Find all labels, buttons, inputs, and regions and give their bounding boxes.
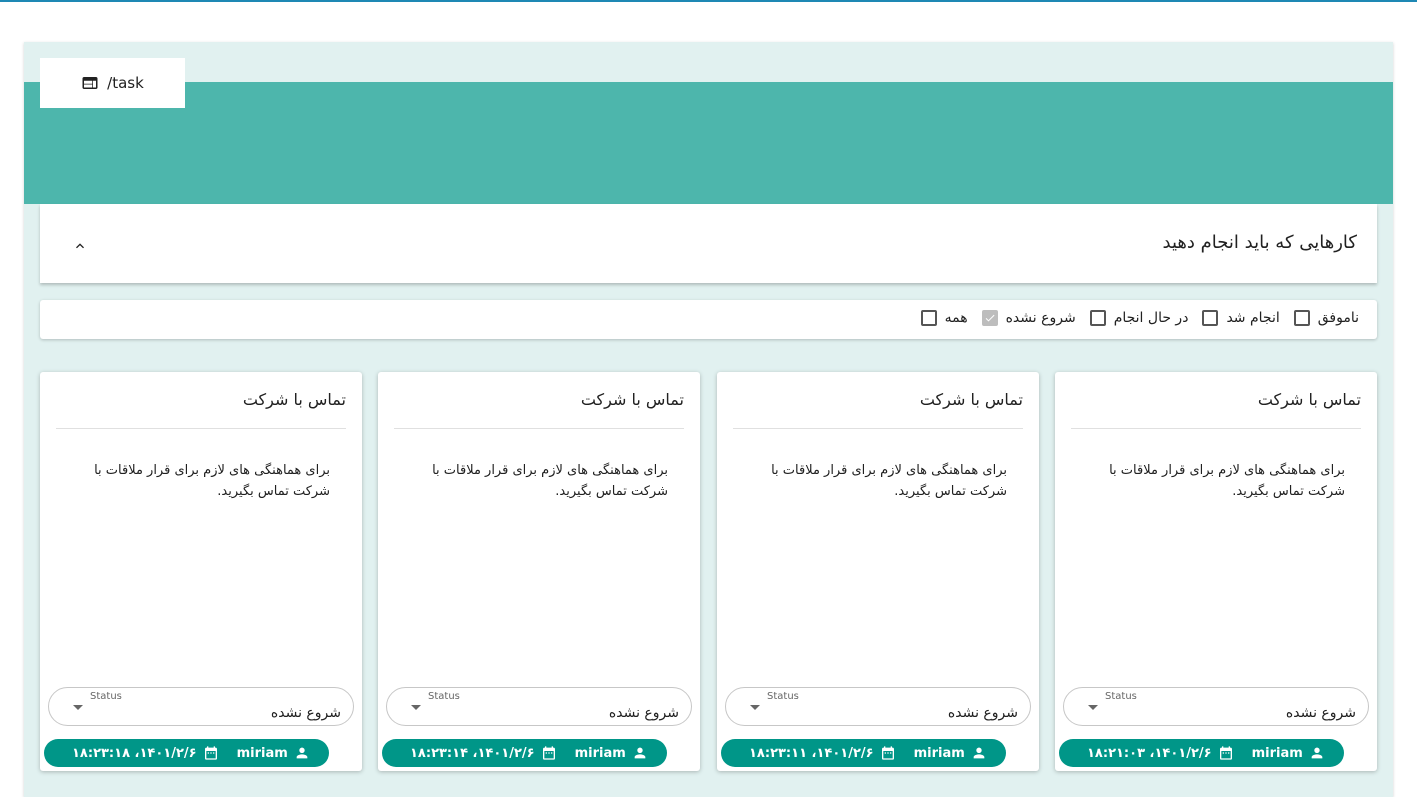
person-icon: [294, 745, 310, 761]
status-value: شروع نشده: [608, 705, 679, 721]
task-card[interactable]: تماس با شرکت برای هماهنگی های لازم برای …: [40, 372, 362, 771]
task-meta-chip: ۱۴۰۱/۲/۶، ۱۸:۲۳:۱۴ miriam: [382, 739, 667, 767]
task-card[interactable]: تماس با شرکت برای هماهنگی های لازم برای …: [1055, 372, 1377, 771]
filter-in-progress[interactable]: در حال انجام: [1089, 310, 1189, 326]
chevron-up-icon: [76, 243, 84, 249]
status-label: Status: [1105, 691, 1137, 702]
filter-all-checkbox[interactable]: [920, 310, 937, 326]
status-label: Status: [767, 691, 799, 702]
task-datetime: ۱۴۰۱/۲/۶، ۱۸:۲۳:۱۸: [72, 745, 197, 761]
card-divider: [1071, 428, 1361, 429]
task-title: تماس با شرکت: [580, 390, 684, 409]
calendar-icon: [880, 745, 896, 761]
task-datetime: ۱۴۰۱/۲/۶، ۱۸:۲۱:۰۳: [1087, 745, 1212, 761]
card-divider: [394, 428, 684, 429]
dropdown-arrow-icon: [411, 705, 421, 710]
checkmark-icon: [985, 314, 995, 322]
filter-all[interactable]: همه: [920, 310, 968, 326]
status-label: Status: [428, 691, 460, 702]
calendar-icon: [541, 745, 557, 761]
tasks-panel-header[interactable]: کارهایی که باید انجام دهید: [40, 204, 1377, 283]
card-divider: [733, 428, 1023, 429]
person-icon: [1309, 745, 1325, 761]
dropdown-arrow-icon: [750, 705, 760, 710]
task-description: برای هماهنگی های لازم برای قرار ملاقات ب…: [432, 463, 668, 499]
collapse-button[interactable]: [68, 234, 92, 258]
filter-in-progress-label: در حال انجام: [1113, 310, 1189, 326]
task-description: برای هماهنگی های لازم برای قرار ملاقات ب…: [94, 463, 330, 499]
filter-all-label: همه: [944, 310, 968, 326]
route-tab-label: /task: [107, 74, 144, 92]
status-value: شروع نشده: [1285, 705, 1356, 721]
task-title: تماس با شرکت: [1257, 390, 1361, 409]
filter-bar: همه شروع نشده در حال انجام انجام شد نامو…: [40, 300, 1377, 339]
status-value: شروع نشده: [947, 705, 1018, 721]
status-select[interactable]: Status شروع نشده: [386, 687, 692, 726]
filter-failed-label: ناموفق: [1317, 310, 1359, 326]
header-banner: [24, 82, 1393, 204]
task-meta-chip: ۱۴۰۱/۲/۶، ۱۸:۲۳:۱۸ miriam: [44, 739, 329, 767]
task-user: miriam: [1251, 745, 1303, 761]
task-title: تماس با شرکت: [242, 390, 346, 409]
task-card[interactable]: تماس با شرکت برای هماهنگی های لازم برای …: [717, 372, 1039, 771]
person-icon: [971, 745, 987, 761]
status-select[interactable]: Status شروع نشده: [725, 687, 1031, 726]
calendar-icon: [1218, 745, 1234, 761]
filter-done[interactable]: انجام شد: [1202, 310, 1280, 326]
status-select[interactable]: Status شروع نشده: [1063, 687, 1369, 726]
task-user: miriam: [913, 745, 965, 761]
filter-not-started-checkbox[interactable]: [981, 310, 998, 326]
status-select[interactable]: Status شروع نشده: [48, 687, 354, 726]
filter-not-started-label: شروع نشده: [1005, 310, 1076, 326]
status-value: شروع نشده: [270, 705, 341, 721]
task-description: برای هماهنگی های لازم برای قرار ملاقات ب…: [1109, 463, 1345, 499]
panel-title: کارهایی که باید انجام دهید: [1162, 232, 1357, 253]
filter-done-label: انجام شد: [1226, 310, 1280, 326]
filter-in-progress-checkbox[interactable]: [1089, 310, 1106, 326]
task-user: miriam: [574, 745, 626, 761]
filter-not-started[interactable]: شروع نشده: [981, 310, 1076, 326]
status-filters: همه شروع نشده در حال انجام انجام شد نامو…: [920, 310, 1359, 326]
task-card[interactable]: تماس با شرکت برای هماهنگی های لازم برای …: [378, 372, 700, 771]
route-tab[interactable]: /task: [40, 58, 185, 108]
task-meta-chip: ۱۴۰۱/۲/۶، ۱۸:۲۱:۰۳ miriam: [1059, 739, 1344, 767]
status-label: Status: [90, 691, 122, 702]
filter-failed-checkbox[interactable]: [1293, 310, 1310, 326]
web-window-icon: [82, 77, 98, 89]
calendar-icon: [203, 745, 219, 761]
filter-failed[interactable]: ناموفق: [1293, 310, 1359, 326]
dropdown-arrow-icon: [1088, 705, 1098, 710]
task-datetime: ۱۴۰۱/۲/۶، ۱۸:۲۳:۱۱: [749, 745, 874, 761]
card-divider: [56, 428, 346, 429]
task-meta-chip: ۱۴۰۱/۲/۶، ۱۸:۲۳:۱۱ miriam: [721, 739, 1006, 767]
person-icon: [632, 745, 648, 761]
task-title: تماس با شرکت: [919, 390, 1023, 409]
top-accent-line: [0, 0, 1417, 2]
dropdown-arrow-icon: [73, 705, 83, 710]
filter-done-checkbox[interactable]: [1202, 310, 1219, 326]
task-description: برای هماهنگی های لازم برای قرار ملاقات ب…: [771, 463, 1007, 499]
task-user: miriam: [236, 745, 288, 761]
task-datetime: ۱۴۰۱/۲/۶، ۱۸:۲۳:۱۴: [410, 745, 535, 761]
